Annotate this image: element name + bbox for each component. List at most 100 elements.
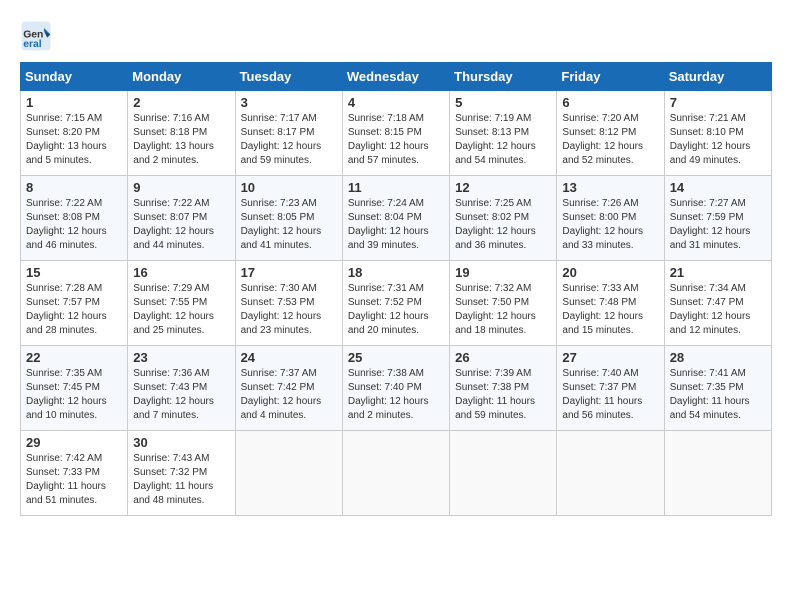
day-detail: Sunrise: 7:32 AMSunset: 7:50 PMDaylight:… (455, 282, 551, 338)
calendar-cell: 5 Sunrise: 7:19 AMSunset: 8:13 PMDayligh… (450, 91, 557, 176)
day-detail: Sunrise: 7:27 AMSunset: 7:59 PMDaylight:… (670, 197, 766, 253)
day-number: 17 (241, 265, 337, 280)
day-detail: Sunrise: 7:19 AMSunset: 8:13 PMDaylight:… (455, 112, 551, 168)
day-number: 20 (562, 265, 658, 280)
calendar-cell: 8 Sunrise: 7:22 AMSunset: 8:08 PMDayligh… (21, 176, 128, 261)
calendar-cell: 1 Sunrise: 7:15 AMSunset: 8:20 PMDayligh… (21, 91, 128, 176)
day-detail: Sunrise: 7:23 AMSunset: 8:05 PMDaylight:… (241, 197, 337, 253)
calendar-table: SundayMondayTuesdayWednesdayThursdayFrid… (20, 62, 772, 516)
day-number: 12 (455, 180, 551, 195)
day-detail: Sunrise: 7:36 AMSunset: 7:43 PMDaylight:… (133, 367, 229, 423)
day-number: 8 (26, 180, 122, 195)
calendar-cell: 4 Sunrise: 7:18 AMSunset: 8:15 PMDayligh… (342, 91, 449, 176)
day-number: 15 (26, 265, 122, 280)
calendar-cell (342, 431, 449, 516)
day-number: 7 (670, 95, 766, 110)
header-tuesday: Tuesday (235, 63, 342, 91)
logo-icon: Gen eral (20, 20, 52, 52)
calendar-cell (557, 431, 664, 516)
day-number: 13 (562, 180, 658, 195)
day-number: 18 (348, 265, 444, 280)
calendar-cell: 6 Sunrise: 7:20 AMSunset: 8:12 PMDayligh… (557, 91, 664, 176)
day-detail: Sunrise: 7:22 AMSunset: 8:07 PMDaylight:… (133, 197, 229, 253)
day-detail: Sunrise: 7:40 AMSunset: 7:37 PMDaylight:… (562, 367, 658, 423)
day-detail: Sunrise: 7:30 AMSunset: 7:53 PMDaylight:… (241, 282, 337, 338)
day-detail: Sunrise: 7:16 AMSunset: 8:18 PMDaylight:… (133, 112, 229, 168)
day-detail: Sunrise: 7:26 AMSunset: 8:00 PMDaylight:… (562, 197, 658, 253)
calendar-cell: 26 Sunrise: 7:39 AMSunset: 7:38 PMDaylig… (450, 346, 557, 431)
day-number: 23 (133, 350, 229, 365)
calendar-cell (235, 431, 342, 516)
day-number: 19 (455, 265, 551, 280)
calendar-week-4: 22 Sunrise: 7:35 AMSunset: 7:45 PMDaylig… (21, 346, 772, 431)
calendar-cell: 24 Sunrise: 7:37 AMSunset: 7:42 PMDaylig… (235, 346, 342, 431)
day-number: 10 (241, 180, 337, 195)
calendar-cell: 22 Sunrise: 7:35 AMSunset: 7:45 PMDaylig… (21, 346, 128, 431)
header-sunday: Sunday (21, 63, 128, 91)
page-header: Gen eral (20, 20, 772, 52)
day-number: 5 (455, 95, 551, 110)
day-number: 21 (670, 265, 766, 280)
day-number: 29 (26, 435, 122, 450)
day-number: 4 (348, 95, 444, 110)
day-number: 27 (562, 350, 658, 365)
day-number: 3 (241, 95, 337, 110)
day-number: 16 (133, 265, 229, 280)
calendar-cell: 19 Sunrise: 7:32 AMSunset: 7:50 PMDaylig… (450, 261, 557, 346)
calendar-week-2: 8 Sunrise: 7:22 AMSunset: 8:08 PMDayligh… (21, 176, 772, 261)
calendar-cell: 11 Sunrise: 7:24 AMSunset: 8:04 PMDaylig… (342, 176, 449, 261)
calendar-cell (664, 431, 771, 516)
day-detail: Sunrise: 7:28 AMSunset: 7:57 PMDaylight:… (26, 282, 122, 338)
day-number: 26 (455, 350, 551, 365)
day-detail: Sunrise: 7:21 AMSunset: 8:10 PMDaylight:… (670, 112, 766, 168)
day-detail: Sunrise: 7:22 AMSunset: 8:08 PMDaylight:… (26, 197, 122, 253)
calendar-cell: 10 Sunrise: 7:23 AMSunset: 8:05 PMDaylig… (235, 176, 342, 261)
day-number: 9 (133, 180, 229, 195)
day-detail: Sunrise: 7:18 AMSunset: 8:15 PMDaylight:… (348, 112, 444, 168)
calendar-cell: 12 Sunrise: 7:25 AMSunset: 8:02 PMDaylig… (450, 176, 557, 261)
day-number: 24 (241, 350, 337, 365)
calendar-cell: 14 Sunrise: 7:27 AMSunset: 7:59 PMDaylig… (664, 176, 771, 261)
day-detail: Sunrise: 7:20 AMSunset: 8:12 PMDaylight:… (562, 112, 658, 168)
calendar-cell: 18 Sunrise: 7:31 AMSunset: 7:52 PMDaylig… (342, 261, 449, 346)
day-detail: Sunrise: 7:25 AMSunset: 8:02 PMDaylight:… (455, 197, 551, 253)
logo: Gen eral (20, 20, 56, 52)
calendar-cell: 30 Sunrise: 7:43 AMSunset: 7:32 PMDaylig… (128, 431, 235, 516)
day-detail: Sunrise: 7:43 AMSunset: 7:32 PMDaylight:… (133, 452, 229, 508)
calendar-cell: 16 Sunrise: 7:29 AMSunset: 7:55 PMDaylig… (128, 261, 235, 346)
day-number: 14 (670, 180, 766, 195)
day-detail: Sunrise: 7:42 AMSunset: 7:33 PMDaylight:… (26, 452, 122, 508)
day-detail: Sunrise: 7:38 AMSunset: 7:40 PMDaylight:… (348, 367, 444, 423)
calendar-cell: 29 Sunrise: 7:42 AMSunset: 7:33 PMDaylig… (21, 431, 128, 516)
header-thursday: Thursday (450, 63, 557, 91)
calendar-cell: 17 Sunrise: 7:30 AMSunset: 7:53 PMDaylig… (235, 261, 342, 346)
day-detail: Sunrise: 7:41 AMSunset: 7:35 PMDaylight:… (670, 367, 766, 423)
calendar-cell: 9 Sunrise: 7:22 AMSunset: 8:07 PMDayligh… (128, 176, 235, 261)
calendar-week-3: 15 Sunrise: 7:28 AMSunset: 7:57 PMDaylig… (21, 261, 772, 346)
day-number: 1 (26, 95, 122, 110)
day-detail: Sunrise: 7:29 AMSunset: 7:55 PMDaylight:… (133, 282, 229, 338)
calendar-cell: 21 Sunrise: 7:34 AMSunset: 7:47 PMDaylig… (664, 261, 771, 346)
day-number: 11 (348, 180, 444, 195)
day-detail: Sunrise: 7:39 AMSunset: 7:38 PMDaylight:… (455, 367, 551, 423)
day-detail: Sunrise: 7:34 AMSunset: 7:47 PMDaylight:… (670, 282, 766, 338)
calendar-cell: 15 Sunrise: 7:28 AMSunset: 7:57 PMDaylig… (21, 261, 128, 346)
calendar-cell: 20 Sunrise: 7:33 AMSunset: 7:48 PMDaylig… (557, 261, 664, 346)
day-detail: Sunrise: 7:17 AMSunset: 8:17 PMDaylight:… (241, 112, 337, 168)
day-detail: Sunrise: 7:31 AMSunset: 7:52 PMDaylight:… (348, 282, 444, 338)
calendar-week-1: 1 Sunrise: 7:15 AMSunset: 8:20 PMDayligh… (21, 91, 772, 176)
day-detail: Sunrise: 7:33 AMSunset: 7:48 PMDaylight:… (562, 282, 658, 338)
day-detail: Sunrise: 7:35 AMSunset: 7:45 PMDaylight:… (26, 367, 122, 423)
calendar-week-5: 29 Sunrise: 7:42 AMSunset: 7:33 PMDaylig… (21, 431, 772, 516)
calendar-cell: 2 Sunrise: 7:16 AMSunset: 8:18 PMDayligh… (128, 91, 235, 176)
header-wednesday: Wednesday (342, 63, 449, 91)
svg-text:eral: eral (23, 39, 42, 50)
calendar-cell (450, 431, 557, 516)
day-number: 6 (562, 95, 658, 110)
header-friday: Friday (557, 63, 664, 91)
calendar-cell: 7 Sunrise: 7:21 AMSunset: 8:10 PMDayligh… (664, 91, 771, 176)
header-saturday: Saturday (664, 63, 771, 91)
header-monday: Monday (128, 63, 235, 91)
calendar-cell: 25 Sunrise: 7:38 AMSunset: 7:40 PMDaylig… (342, 346, 449, 431)
day-number: 22 (26, 350, 122, 365)
